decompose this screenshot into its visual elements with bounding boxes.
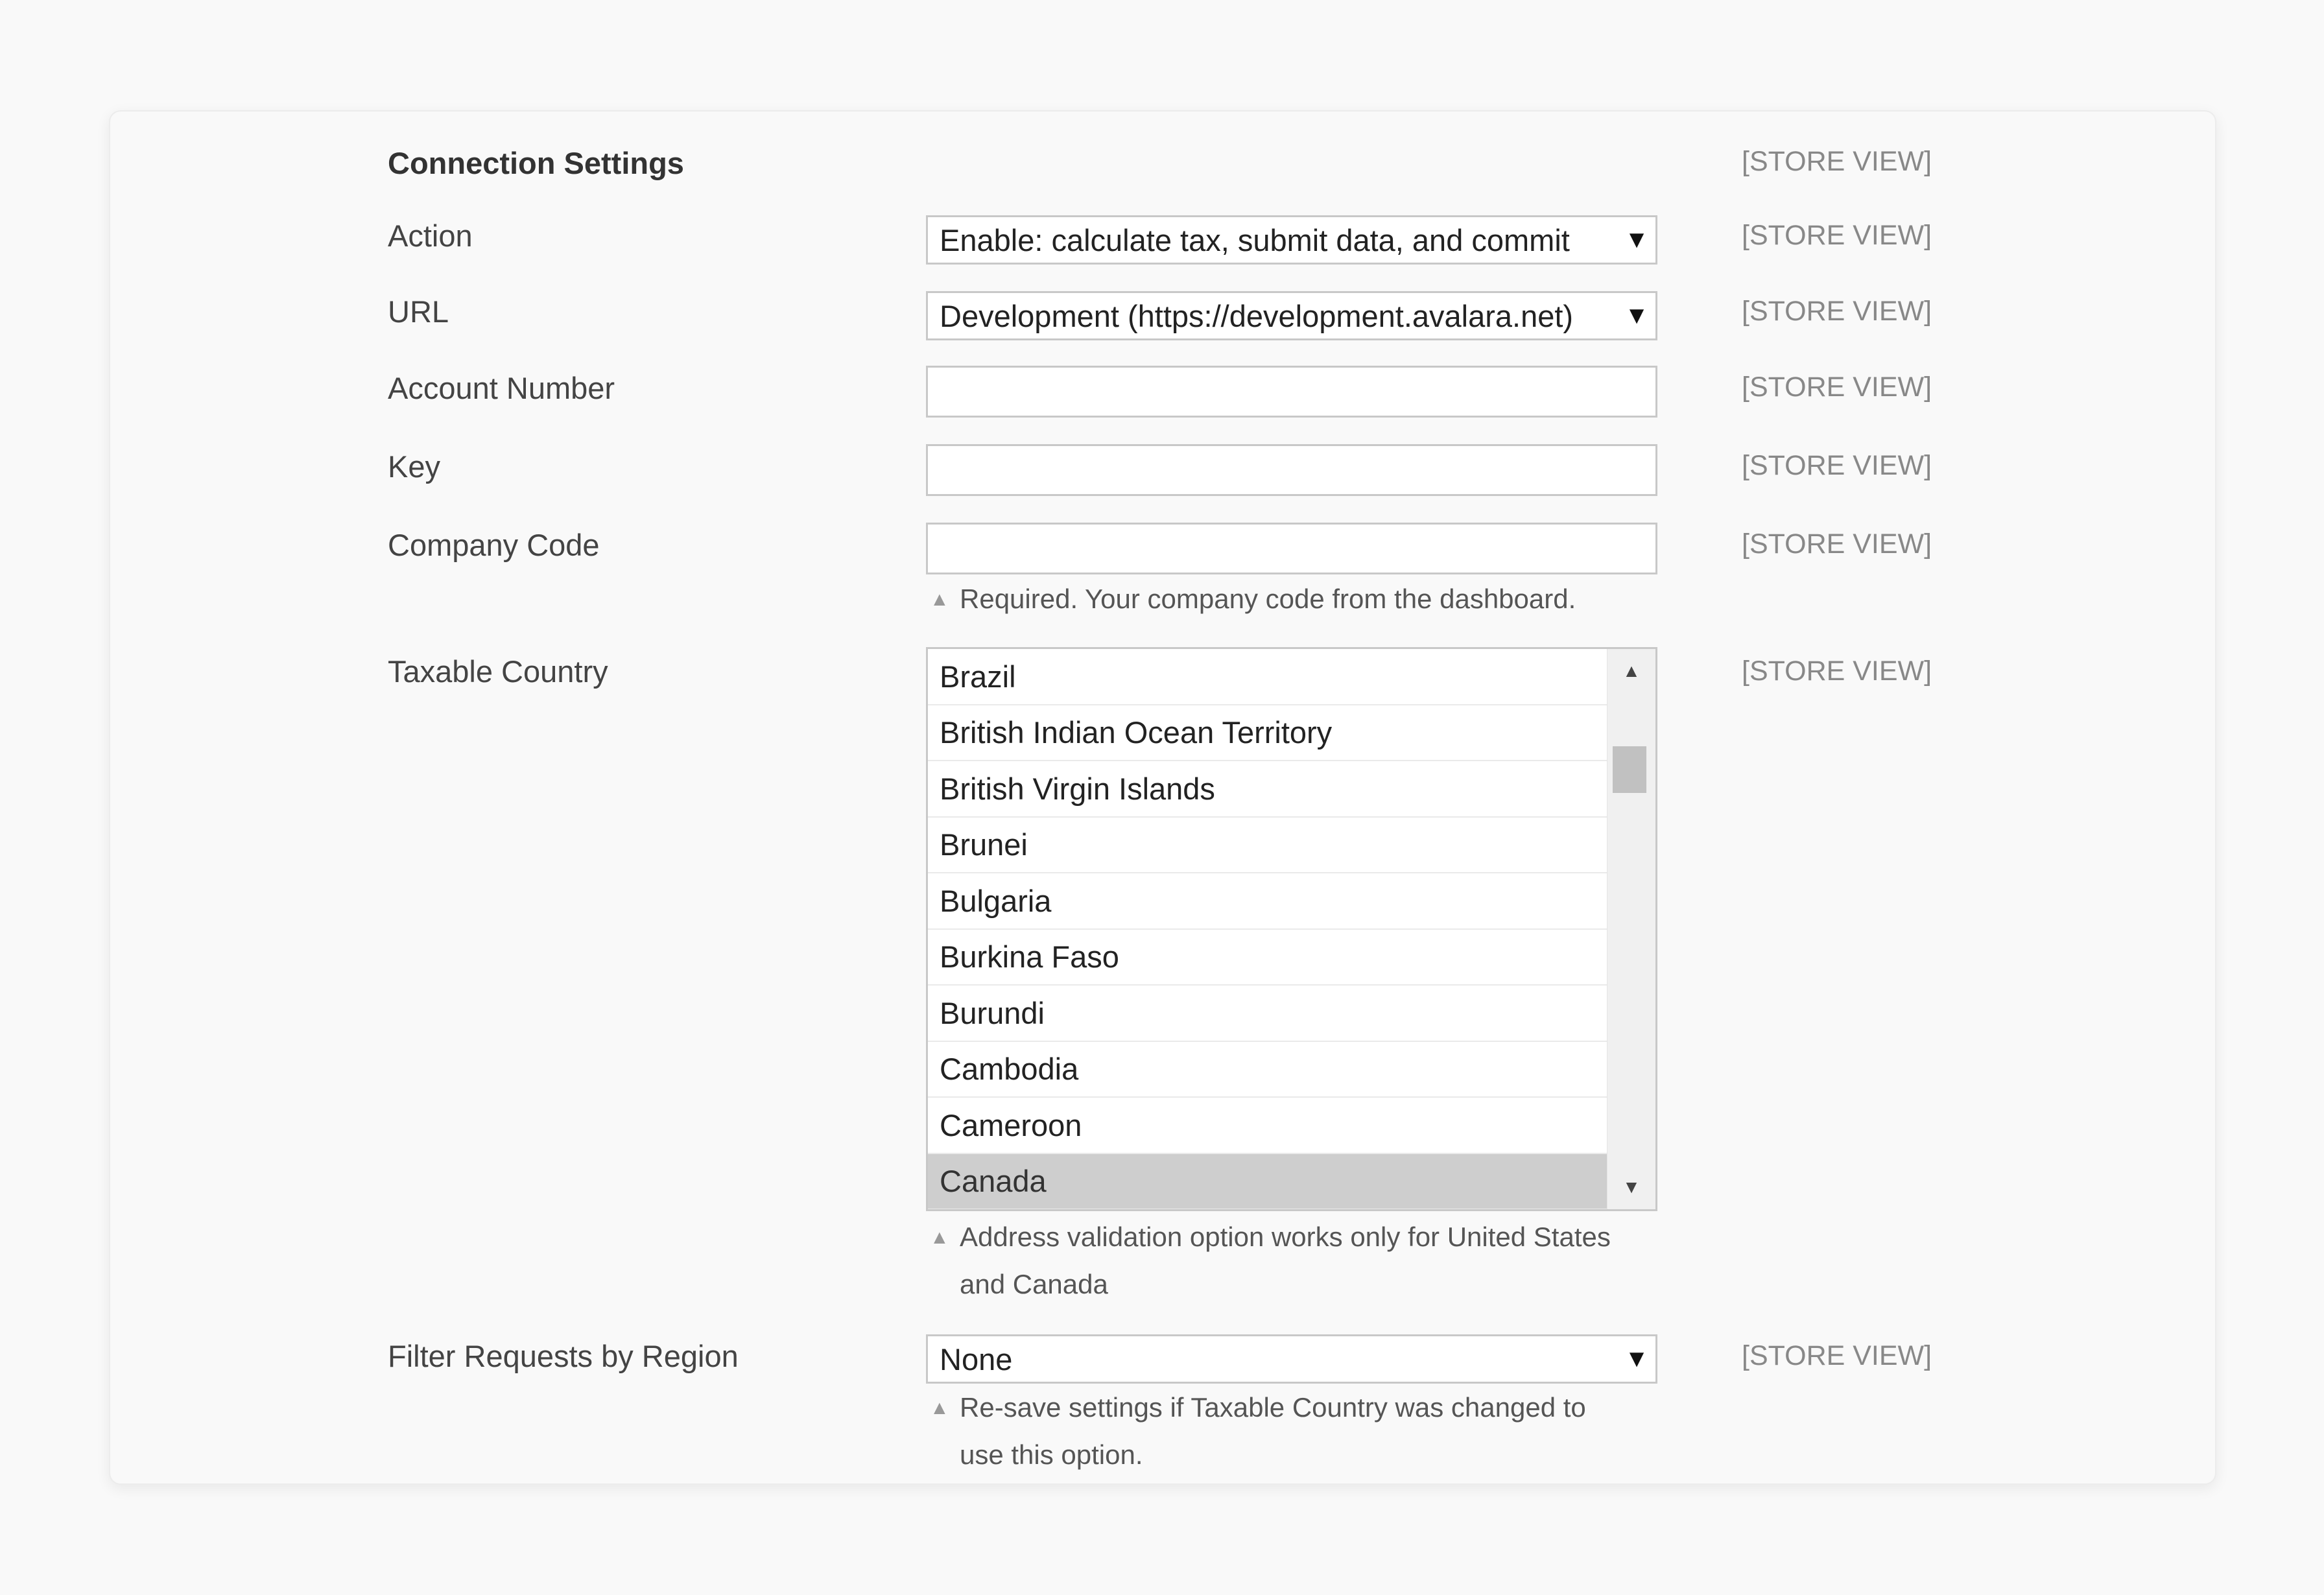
list-item-selected[interactable]: Canada	[928, 1153, 1607, 1209]
scroll-up-arrow-icon[interactable]: ▲	[1607, 653, 1655, 689]
list-item[interactable]: British Virgin Islands	[928, 761, 1607, 818]
taxable-country-scope-label: [STORE VIEW]	[1742, 656, 1932, 687]
filter-region-label: Filter Requests by Region	[388, 1339, 739, 1373]
key-label: Key	[388, 449, 440, 484]
company-code-hint-text: Required. Your company code from the das…	[960, 584, 1576, 614]
list-item[interactable]: Burkina Faso	[928, 930, 1607, 986]
hint-arrow-icon: ▲	[930, 1397, 949, 1419]
url-select[interactable]: Development (https://development.avalara…	[926, 291, 1657, 340]
filter-region-select-value: None	[940, 1341, 1013, 1376]
taxable-country-options: Brazil British Indian Ocean Territory Br…	[928, 649, 1607, 1209]
chevron-down-icon: ▼	[1624, 226, 1649, 254]
url-label: URL	[388, 294, 449, 329]
chevron-down-icon: ▼	[1624, 1345, 1649, 1373]
list-item[interactable]: Burundi	[928, 986, 1607, 1042]
url-scope-label: [STORE VIEW]	[1742, 296, 1932, 327]
url-select-value: Development (https://development.avalara…	[940, 298, 1574, 333]
action-scope-label: [STORE VIEW]	[1742, 220, 1932, 251]
account-number-label: Account Number	[388, 371, 615, 405]
company-code-scope-label: [STORE VIEW]	[1742, 528, 1932, 560]
section-title: Connection Settings	[388, 146, 684, 180]
list-item[interactable]: Brunei	[928, 818, 1607, 873]
list-item[interactable]: Cambodia	[928, 1042, 1607, 1098]
filter-region-hint-line2: use this option.	[960, 1439, 1143, 1470]
hint-arrow-icon: ▲	[930, 589, 949, 610]
key-scope-label: [STORE VIEW]	[1742, 450, 1932, 481]
list-item[interactable]: Cameroon	[928, 1098, 1607, 1154]
connection-settings-panel: Connection Settings [STORE VIEW] Action …	[109, 110, 2216, 1485]
account-number-scope-label: [STORE VIEW]	[1742, 372, 1932, 403]
chevron-down-icon: ▼	[1624, 301, 1649, 329]
section-scope-label: [STORE VIEW]	[1742, 146, 1932, 177]
list-item[interactable]: Brazil	[928, 649, 1607, 705]
filter-region-scope-label: [STORE VIEW]	[1742, 1340, 1932, 1371]
taxable-country-label: Taxable Country	[388, 654, 608, 689]
list-item[interactable]: British Indian Ocean Territory	[928, 705, 1607, 761]
scroll-down-arrow-icon[interactable]: ▼	[1607, 1169, 1655, 1205]
key-input[interactable]	[926, 444, 1657, 496]
filter-region-hint-line1: Re-save settings if Taxable Country was …	[960, 1392, 1586, 1423]
list-item[interactable]: Bulgaria	[928, 873, 1607, 930]
taxable-country-hint-line1: Address validation option works only for…	[960, 1222, 1611, 1252]
company-code-input[interactable]	[926, 523, 1657, 574]
hint-arrow-icon: ▲	[930, 1227, 949, 1248]
company-code-label: Company Code	[388, 528, 600, 562]
taxable-country-hint: ▲ Address validation option works only fo…	[930, 1214, 1676, 1308]
taxable-country-listbox[interactable]: Brazil British Indian Ocean Territory Br…	[926, 647, 1657, 1211]
account-number-input[interactable]	[926, 366, 1657, 418]
listbox-scrollbar[interactable]: ▲ ▼	[1607, 649, 1655, 1209]
action-select-value: Enable: calculate tax, submit data, and …	[940, 222, 1570, 257]
action-label: Action	[388, 219, 473, 253]
action-select[interactable]: Enable: calculate tax, submit data, and …	[926, 215, 1657, 265]
filter-region-select[interactable]: None ▼	[926, 1334, 1657, 1384]
company-code-hint: ▲ Required. Your company code from the da…	[930, 576, 1676, 623]
scroll-thumb[interactable]	[1613, 746, 1646, 793]
taxable-country-hint-line2: and Canada	[960, 1269, 1108, 1299]
filter-region-hint: ▲ Re-save settings if Taxable Country was…	[930, 1384, 1676, 1478]
